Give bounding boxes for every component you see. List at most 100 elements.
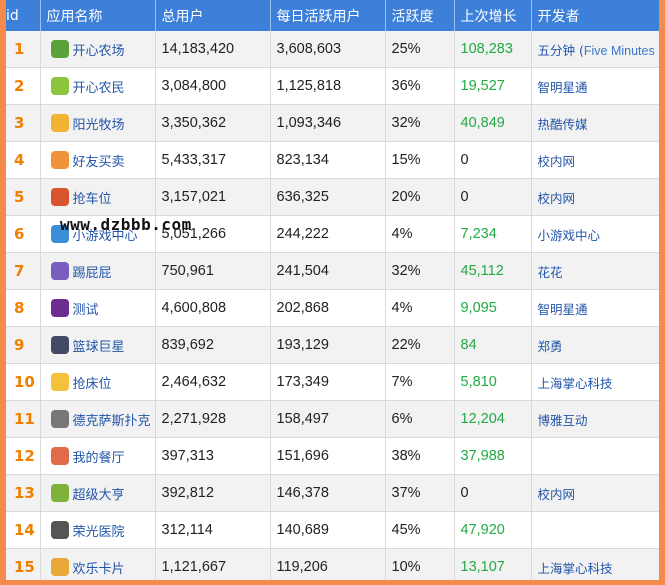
cell-id: 3 xyxy=(6,104,41,142)
cell-daily-active: 636,325 xyxy=(270,178,386,216)
cell-total-users: 14,183,420 xyxy=(155,31,271,68)
cell-developer[interactable]: 上海掌心科技 xyxy=(531,548,659,580)
app-name-link[interactable]: 踢屁屁 xyxy=(73,266,112,281)
cell-last-growth: 0 xyxy=(454,474,532,512)
app-name-link[interactable]: 开心农民 xyxy=(73,81,125,96)
cell-activity: 7% xyxy=(385,363,455,401)
header-developer[interactable]: 开发者 xyxy=(531,0,659,31)
table-row: 11 德克萨斯扑克 2,271,928 158,497 6% 12,204 博雅互动 xyxy=(6,400,659,438)
developer-link[interactable]: 热酷传媒 xyxy=(538,117,588,132)
cell-app-name[interactable]: 欢乐卡片 xyxy=(40,548,156,580)
cell-id: 2 xyxy=(6,67,41,105)
cards-icon xyxy=(50,557,69,576)
header-id[interactable]: id xyxy=(6,0,41,31)
cell-daily-active: 193,129 xyxy=(270,326,386,364)
cell-app-name[interactable]: 开心农民 xyxy=(40,67,156,105)
cell-app-name[interactable]: 篮球巨星 xyxy=(40,326,156,364)
app-name-link[interactable]: 抢车位 xyxy=(73,192,112,207)
cell-developer[interactable]: 小游戏中心 xyxy=(531,215,659,253)
cell-total-users: 839,692 xyxy=(155,326,271,364)
spade-icon xyxy=(50,409,69,428)
table-row: 2 开心农民 3,084,800 1,125,818 36% 19,527 智明星通 xyxy=(6,67,659,105)
cell-developer[interactable]: 郑勇 xyxy=(531,326,659,364)
cell-daily-active: 241,504 xyxy=(270,252,386,290)
developer-link[interactable]: 校内网 xyxy=(538,191,576,206)
app-name-link[interactable]: 抢床位 xyxy=(73,377,112,392)
cell-app-name[interactable]: 开心农场 xyxy=(40,31,156,68)
cell-app-name[interactable]: 我的餐厅 xyxy=(40,437,156,475)
cell-last-growth: 45,112 xyxy=(454,252,532,290)
developer-link[interactable]: 校内网 xyxy=(538,154,576,169)
developer-link[interactable]: 花花 xyxy=(538,265,563,280)
header-total-users[interactable]: 总用户 xyxy=(155,0,271,31)
cell-developer[interactable]: 校内网 xyxy=(531,474,659,512)
cell-total-users: 392,812 xyxy=(155,474,271,512)
cell-developer[interactable]: 花花 xyxy=(531,252,659,290)
cell-developer[interactable]: 博雅互动 xyxy=(531,400,659,438)
header-app-name[interactable]: 应用名称 xyxy=(40,0,156,31)
developer-link[interactable]: 上海掌心科技 xyxy=(538,376,613,391)
cell-activity: 22% xyxy=(385,326,455,364)
header-activity[interactable]: 活跃度 xyxy=(385,0,455,31)
developer-link[interactable]: 校内网 xyxy=(538,487,576,502)
cell-app-name[interactable]: 荣光医院 xyxy=(40,511,156,549)
developer-link[interactable]: 智明星通 xyxy=(538,80,588,95)
cell-app-name[interactable]: 抢车位 xyxy=(40,178,156,216)
app-name-link[interactable]: 超级大亨 xyxy=(73,488,125,503)
cell-developer[interactable]: 智明星通 xyxy=(531,289,659,327)
cell-developer[interactable] xyxy=(531,511,659,549)
table-row: 4 好友买卖 5,433,317 823,134 15% 0 校内网 xyxy=(6,141,659,179)
cell-activity: 4% xyxy=(385,289,455,327)
cell-app-name[interactable]: 测试 xyxy=(40,289,156,327)
cell-developer[interactable]: 校内网 xyxy=(531,178,659,216)
cell-app-name[interactable]: 超级大亨 xyxy=(40,474,156,512)
developer-link[interactable]: 智明星通 xyxy=(538,302,588,317)
cell-last-growth: 12,204 xyxy=(454,400,532,438)
developer-link[interactable]: 郑勇 xyxy=(538,339,563,354)
app-ranking-table: id 应用名称 总用户 每日活跃用户 活跃度 上次增长 开发者 1 开心农场 14,… xyxy=(6,0,659,580)
tycoon-icon xyxy=(50,483,69,502)
developer-link[interactable]: 博雅互动 xyxy=(538,413,588,428)
app-name-link[interactable]: 篮球巨星 xyxy=(73,340,125,355)
cell-app-name[interactable]: 抢床位 xyxy=(40,363,156,401)
cell-developer[interactable]: 五分钟 (Five Minutes ) xyxy=(531,31,659,68)
table-frame: id 应用名称 总用户 每日活跃用户 活跃度 上次增长 开发者 1 开心农场 14,… xyxy=(6,0,659,580)
cell-total-users: 1,121,667 xyxy=(155,548,271,580)
cell-app-name[interactable]: 踢屁屁 xyxy=(40,252,156,290)
table-row: 15 欢乐卡片 1,121,667 119,206 10% 13,107 上海掌心科技 xyxy=(6,548,659,580)
app-name-link[interactable]: 欢乐卡片 xyxy=(73,562,125,577)
cell-developer[interactable]: 智明星通 xyxy=(531,67,659,105)
cell-developer[interactable] xyxy=(531,437,659,475)
app-name-link[interactable]: 我的餐厅 xyxy=(73,451,125,466)
cell-activity: 4% xyxy=(385,215,455,253)
developer-link[interactable]: 五分钟 ( xyxy=(538,43,584,58)
developer-link[interactable]: 上海掌心科技 xyxy=(538,561,613,576)
cell-activity: 38% xyxy=(385,437,455,475)
app-name-link[interactable]: 测试 xyxy=(73,303,99,318)
kick-icon xyxy=(50,261,69,280)
header-daily-active-users[interactable]: 每日活跃用户 xyxy=(270,0,386,31)
cell-app-name[interactable]: 阳光牧场 xyxy=(40,104,156,142)
cell-id: 13 xyxy=(6,474,41,512)
header-last-growth[interactable]: 上次增长 xyxy=(454,0,532,31)
cell-developer[interactable]: 校内网 xyxy=(531,141,659,179)
cell-app-name[interactable]: 好友买卖 xyxy=(40,141,156,179)
cell-id: 8 xyxy=(6,289,41,327)
table-row: 8 测试 4,600,808 202,868 4% 9,095 智明星通 xyxy=(6,289,659,327)
cell-daily-active: 146,378 xyxy=(270,474,386,512)
cell-activity: 25% xyxy=(385,31,455,68)
app-name-link[interactable]: 荣光医院 xyxy=(73,525,125,540)
cell-id: 15 xyxy=(6,548,41,580)
app-name-link[interactable]: 阳光牧场 xyxy=(73,118,125,133)
cell-app-name[interactable]: 德克萨斯扑克 xyxy=(40,400,156,438)
cell-activity: 20% xyxy=(385,178,455,216)
cell-developer[interactable]: 热酷传媒 xyxy=(531,104,659,142)
cell-developer[interactable]: 上海掌心科技 xyxy=(531,363,659,401)
developer-link[interactable]: 小游戏中心 xyxy=(538,228,601,243)
app-name-link[interactable]: 开心农场 xyxy=(73,44,125,59)
basketball-icon xyxy=(50,335,69,354)
cell-daily-active: 202,868 xyxy=(270,289,386,327)
app-name-link[interactable]: 好友买卖 xyxy=(73,155,125,170)
app-name-link[interactable]: 德克萨斯扑克 xyxy=(73,414,151,429)
hospital-icon xyxy=(50,520,69,539)
